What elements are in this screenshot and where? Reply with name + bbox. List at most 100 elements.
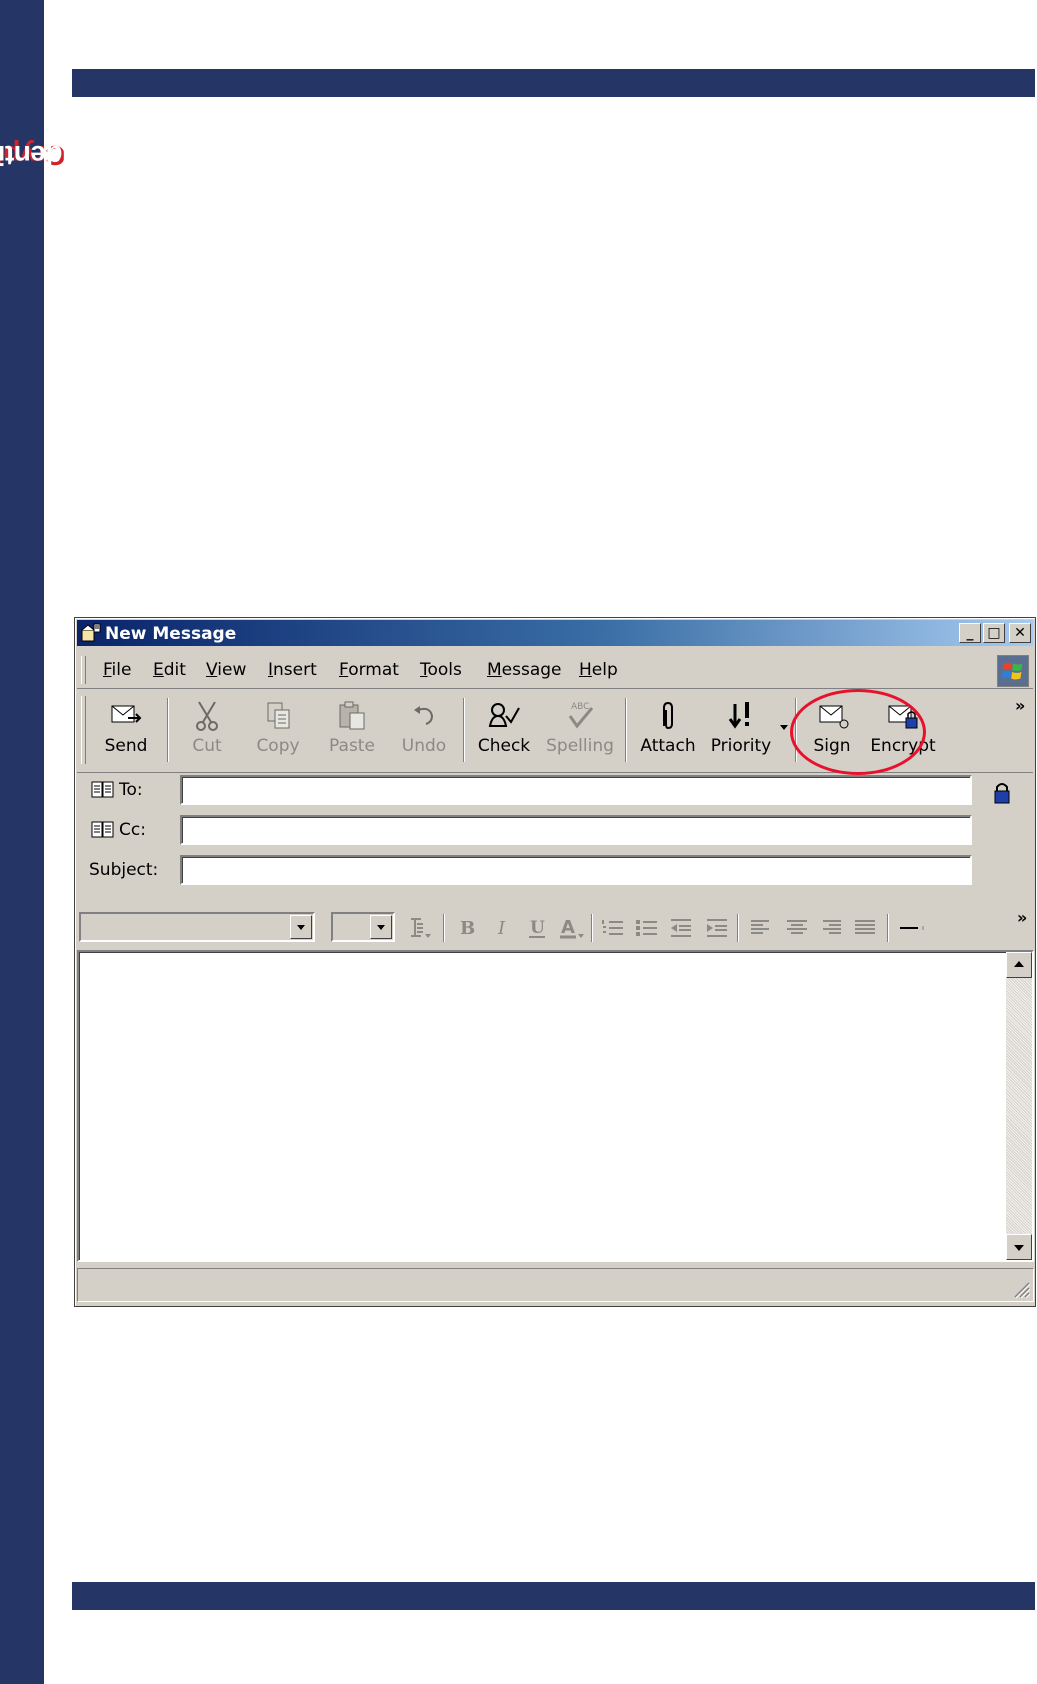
format-separator	[887, 914, 889, 942]
paperclip-icon	[663, 701, 673, 730]
bold-icon[interactable]: B	[453, 916, 481, 940]
menu-insert[interactable]: Insert	[268, 660, 317, 680]
close-button[interactable]: ✕	[1009, 623, 1031, 643]
menu-help[interactable]: Help	[579, 660, 618, 680]
font-color-icon[interactable]: A	[557, 916, 585, 940]
check-names-icon	[488, 703, 520, 727]
send-button[interactable]: Send	[91, 692, 161, 768]
svg-text:A: A	[561, 917, 575, 938]
check-names-button[interactable]: Check	[469, 692, 539, 768]
horizontal-line-icon[interactable]	[897, 916, 925, 940]
toolbar-grip[interactable]	[81, 696, 86, 764]
arrow-up-icon	[1014, 961, 1024, 967]
undo-button[interactable]: Undo	[389, 692, 459, 768]
to-field[interactable]	[180, 775, 972, 805]
increase-indent-icon[interactable]	[703, 916, 731, 940]
spelling-label: Spelling	[546, 736, 614, 756]
header-bar	[72, 69, 1035, 97]
paste-label: Paste	[329, 736, 375, 756]
chevron-down-icon	[297, 925, 305, 930]
copy-label: Copy	[256, 736, 300, 756]
minimize-button[interactable]: _	[959, 623, 981, 643]
paragraph-style-icon[interactable]	[407, 916, 435, 940]
format-separator	[443, 914, 445, 942]
bullet-list-icon[interactable]	[633, 916, 661, 940]
toolbar-separator	[625, 698, 627, 762]
format-separator	[591, 914, 593, 942]
resize-grip-icon[interactable]	[1011, 1279, 1031, 1299]
cryptoidentity-logo: CryptoIdentity	[0, 50, 70, 260]
spelling-icon: ABC	[568, 702, 594, 729]
cut-button[interactable]: Cut	[175, 692, 239, 768]
scissors-icon	[196, 701, 218, 731]
menu-view[interactable]: View	[206, 660, 246, 680]
footer-bar	[72, 1582, 1035, 1610]
svg-text:U: U	[530, 918, 545, 938]
numbered-list-icon[interactable]	[599, 916, 627, 940]
decrease-indent-icon[interactable]	[667, 916, 695, 940]
priority-dropdown-icon[interactable]	[779, 724, 789, 732]
menu-tools[interactable]: Tools	[420, 660, 462, 680]
align-center-icon[interactable]	[783, 916, 811, 940]
menu-grip[interactable]	[81, 656, 86, 684]
justify-icon[interactable]	[851, 916, 879, 940]
svg-text:ABC: ABC	[571, 702, 589, 712]
attach-button[interactable]: Attach	[633, 692, 703, 768]
cut-label: Cut	[192, 736, 222, 756]
toolbar-separator	[167, 698, 169, 762]
format-separator	[737, 914, 739, 942]
windows-logo-icon	[997, 655, 1029, 687]
to-label[interactable]: To:	[119, 780, 143, 800]
status-bar	[77, 1268, 1034, 1302]
menu-bar: File Edit View Insert Format Tools Messa…	[77, 652, 1033, 689]
priority-icon	[728, 702, 749, 729]
align-left-icon[interactable]	[747, 916, 775, 940]
scroll-down-button[interactable]	[1006, 1234, 1032, 1260]
paste-button[interactable]: Paste	[317, 692, 387, 768]
address-book-icon[interactable]	[91, 820, 115, 840]
font-size-select[interactable]	[331, 912, 395, 942]
svg-text:I: I	[497, 918, 506, 939]
scroll-up-button[interactable]	[1006, 952, 1032, 978]
priority-label: Priority	[710, 736, 772, 756]
subject-field[interactable]	[180, 855, 972, 885]
arrow-down-icon	[1014, 1245, 1024, 1251]
encrypt-highlight-circle	[790, 689, 926, 775]
check-label: Check	[477, 736, 531, 756]
priority-button[interactable]: Priority	[705, 692, 777, 768]
message-body[interactable]	[77, 950, 1034, 1262]
menu-format[interactable]: Format	[339, 660, 399, 680]
maximize-button[interactable]: □	[983, 623, 1005, 643]
spelling-button[interactable]: ABC Spelling	[539, 692, 621, 768]
toolbar-more-chevron[interactable]: »	[1015, 696, 1025, 715]
formatting-toolbar: B I U A »	[77, 906, 1033, 946]
underline-icon[interactable]: U	[523, 916, 551, 940]
logo-text-identity: Identity	[0, 140, 70, 171]
menu-edit[interactable]: Edit	[153, 660, 186, 680]
italic-icon[interactable]: I	[489, 916, 517, 940]
undo-label: Undo	[401, 736, 447, 756]
address-book-icon[interactable]	[91, 780, 115, 800]
svg-text:B: B	[460, 918, 475, 939]
new-message-icon	[81, 623, 101, 642]
cc-label[interactable]: Cc:	[119, 820, 146, 840]
window-title: New Message	[105, 624, 237, 644]
menu-message[interactable]: Message	[487, 660, 562, 680]
size-dropdown-button[interactable]	[370, 915, 392, 939]
title-bar[interactable]: New Message _ □ ✕	[77, 620, 1033, 646]
align-right-icon[interactable]	[817, 916, 845, 940]
vertical-scrollbar[interactable]	[1006, 952, 1032, 1260]
format-more-chevron[interactable]: »	[1017, 908, 1027, 927]
toolbar-separator	[463, 698, 465, 762]
menu-file[interactable]: File	[103, 660, 131, 680]
chevron-down-icon	[377, 925, 385, 930]
paste-icon	[339, 701, 365, 730]
cc-field[interactable]	[180, 815, 972, 845]
send-label: Send	[104, 736, 148, 756]
subject-label: Subject:	[89, 860, 159, 880]
font-select[interactable]	[79, 912, 315, 942]
font-dropdown-button[interactable]	[290, 915, 312, 939]
send-icon	[111, 705, 142, 723]
copy-button[interactable]: Copy	[243, 692, 313, 768]
copy-icon	[267, 702, 290, 729]
